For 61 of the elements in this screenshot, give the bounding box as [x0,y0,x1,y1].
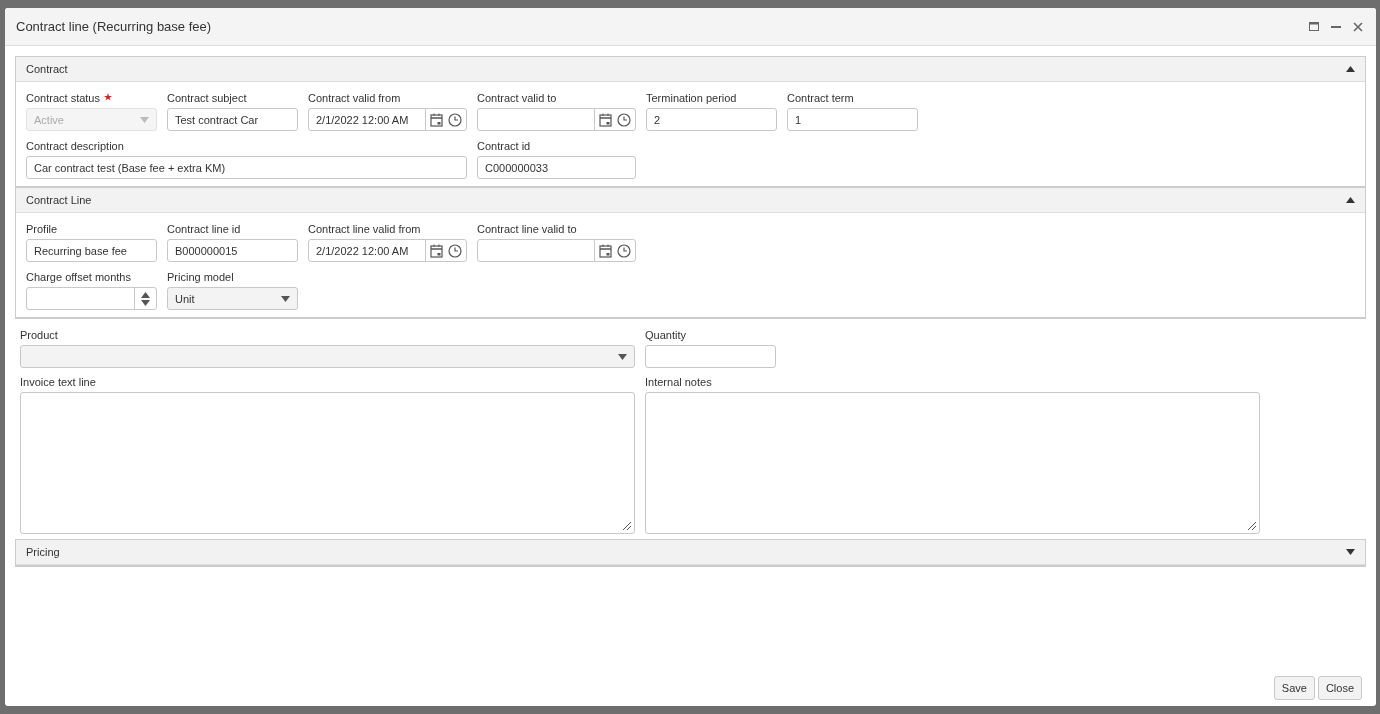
date-time-field[interactable]: 2/1/2022 12:00 AM [308,239,467,262]
spin-down-icon [141,299,150,306]
field-label: Contract valid to [477,91,558,106]
field-label: Charge offset months [26,270,132,285]
calendar-icon[interactable] [599,112,612,127]
field-label: Contract valid from [308,91,402,106]
field-label: Contract line valid to [477,222,578,237]
field-label: Internal notes [645,375,713,390]
section-title: Contract [26,63,69,75]
calendar-icon[interactable] [430,243,443,258]
field-label: Quantity [645,328,687,343]
field-label: Contract id [477,139,532,154]
collapse-icon [1346,66,1355,72]
dropdown-field[interactable]: Unit [167,287,298,310]
clock-icon[interactable] [617,243,631,258]
minimize-icon[interactable] [1331,25,1341,28]
spin-up-icon [141,291,150,298]
input-field[interactable]: B000000015 [167,239,298,262]
input-field[interactable]: Car contract test (Base fee + extra KM) [26,156,467,179]
section-title: Pricing [26,546,61,558]
field-label: Pricing model [167,270,235,285]
input-field[interactable]: Recurring base fee [26,239,157,262]
save-button[interactable]: Save [1273,676,1315,700]
field-label: Contract description [26,139,125,154]
input-field[interactable]: 2 [646,108,777,131]
clock-icon[interactable] [617,112,631,127]
resize-handle-icon[interactable] [1247,521,1257,531]
field-label: Contract subject [167,91,248,106]
date-time-field[interactable] [477,108,636,131]
field-label: Contract line id [167,222,242,237]
input-field[interactable]: 1 [787,108,918,131]
input-field[interactable]: Test contract Car [167,108,298,131]
section-header[interactable]: Contract Line [16,188,1365,213]
collapse-icon [1346,197,1355,203]
section-header[interactable]: Pricing [16,540,1365,565]
input-field[interactable]: C000000033 [477,156,636,179]
calendar-icon[interactable] [430,112,443,127]
caret-icon [140,116,149,123]
field-label: Contract line valid from [308,222,422,237]
resize-handle-icon[interactable] [622,521,632,531]
caret-icon [618,353,627,360]
field-label: Termination period [646,91,738,106]
section-header[interactable]: Contract [16,57,1365,82]
caret-icon [281,295,290,302]
window-title: Contract line (Recurring base fee) [16,19,213,34]
field-label: Profile [26,222,59,237]
expand-icon [1346,549,1355,555]
dropdown-field[interactable] [20,345,635,368]
date-time-field[interactable]: 2/1/2022 12:00 AM [308,108,467,131]
calendar-icon[interactable] [599,243,612,258]
date-time-field[interactable] [477,239,636,262]
section-title: Contract Line [26,194,93,206]
clock-icon[interactable] [448,243,462,258]
field-label: Product [20,328,59,343]
input-field[interactable] [645,345,776,368]
field-label: Contract status [26,90,157,108]
clock-icon[interactable] [448,112,462,127]
number-field[interactable] [26,287,157,310]
close-button[interactable]: Close [1317,676,1362,700]
field-label: Invoice text line [20,375,97,390]
field-label: Contract term [787,91,855,106]
